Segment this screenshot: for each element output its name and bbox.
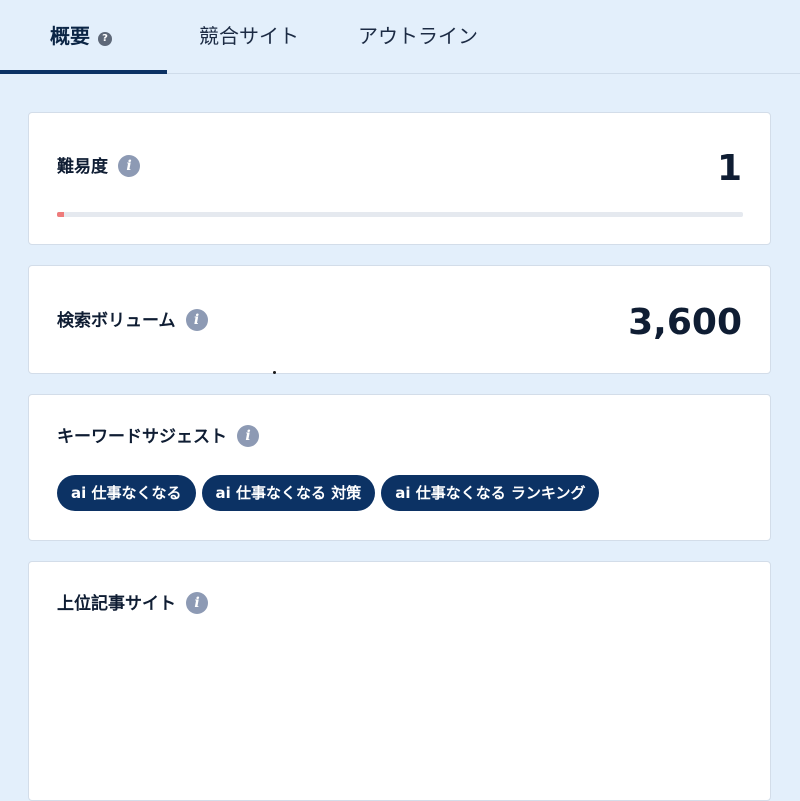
difficulty-card: 難易度 i 1 <box>28 112 771 245</box>
info-icon[interactable]: i <box>118 155 140 177</box>
help-circle-icon[interactable]: ? <box>98 32 112 46</box>
tab-outline[interactable]: アウトライン <box>358 22 478 50</box>
difficulty-value: 1 <box>716 148 742 189</box>
info-icon[interactable]: i <box>186 592 208 614</box>
tab-competitor-sites-label: 競合サイト <box>199 24 299 48</box>
tab-overview-label: 概要 <box>50 24 90 48</box>
tab-bar: 概要? 競合サイト アウトライン <box>0 0 800 74</box>
info-icon[interactable]: i <box>185 309 208 331</box>
active-tab-indicator <box>0 70 167 74</box>
difficulty-progress-fill <box>57 212 64 217</box>
search-volume-title: 検索ボリューム i <box>57 307 208 335</box>
keyword-suggest-title-label: キーワードサジェスト <box>57 427 227 447</box>
search-volume-title-label: 検索ボリューム <box>57 311 176 331</box>
keyword-chip[interactable]: ai 仕事なくなる 対策 <box>201 475 376 511</box>
tab-overview[interactable]: 概要? <box>50 22 112 50</box>
keyword-suggest-title: キーワードサジェスト i <box>57 423 259 451</box>
cursor-dot <box>273 371 276 374</box>
difficulty-progress-track <box>57 212 743 217</box>
difficulty-title: 難易度 i <box>57 153 140 181</box>
difficulty-title-label: 難易度 <box>57 157 108 177</box>
top-sites-title-label: 上位記事サイト <box>57 594 176 614</box>
keyword-chip[interactable]: ai 仕事なくなる ランキング <box>381 475 600 511</box>
tab-competitor-sites[interactable]: 競合サイト <box>199 22 299 50</box>
tab-outline-label: アウトライン <box>358 24 478 48</box>
keyword-suggest-card: キーワードサジェスト i ai 仕事なくなる ai 仕事なくなる 対策 ai 仕事… <box>28 394 771 541</box>
top-sites-title: 上位記事サイト i <box>57 590 208 618</box>
top-sites-card: 上位記事サイト i <box>28 561 771 801</box>
info-icon[interactable]: i <box>237 425 259 447</box>
keyword-chip[interactable]: ai 仕事なくなる <box>57 475 196 511</box>
keyword-chip-list: ai 仕事なくなる ai 仕事なくなる 対策 ai 仕事なくなる ランキング <box>57 475 600 511</box>
search-volume-card: 検索ボリューム i 3,600 <box>28 265 771 374</box>
search-volume-value: 3,600 <box>628 302 742 343</box>
